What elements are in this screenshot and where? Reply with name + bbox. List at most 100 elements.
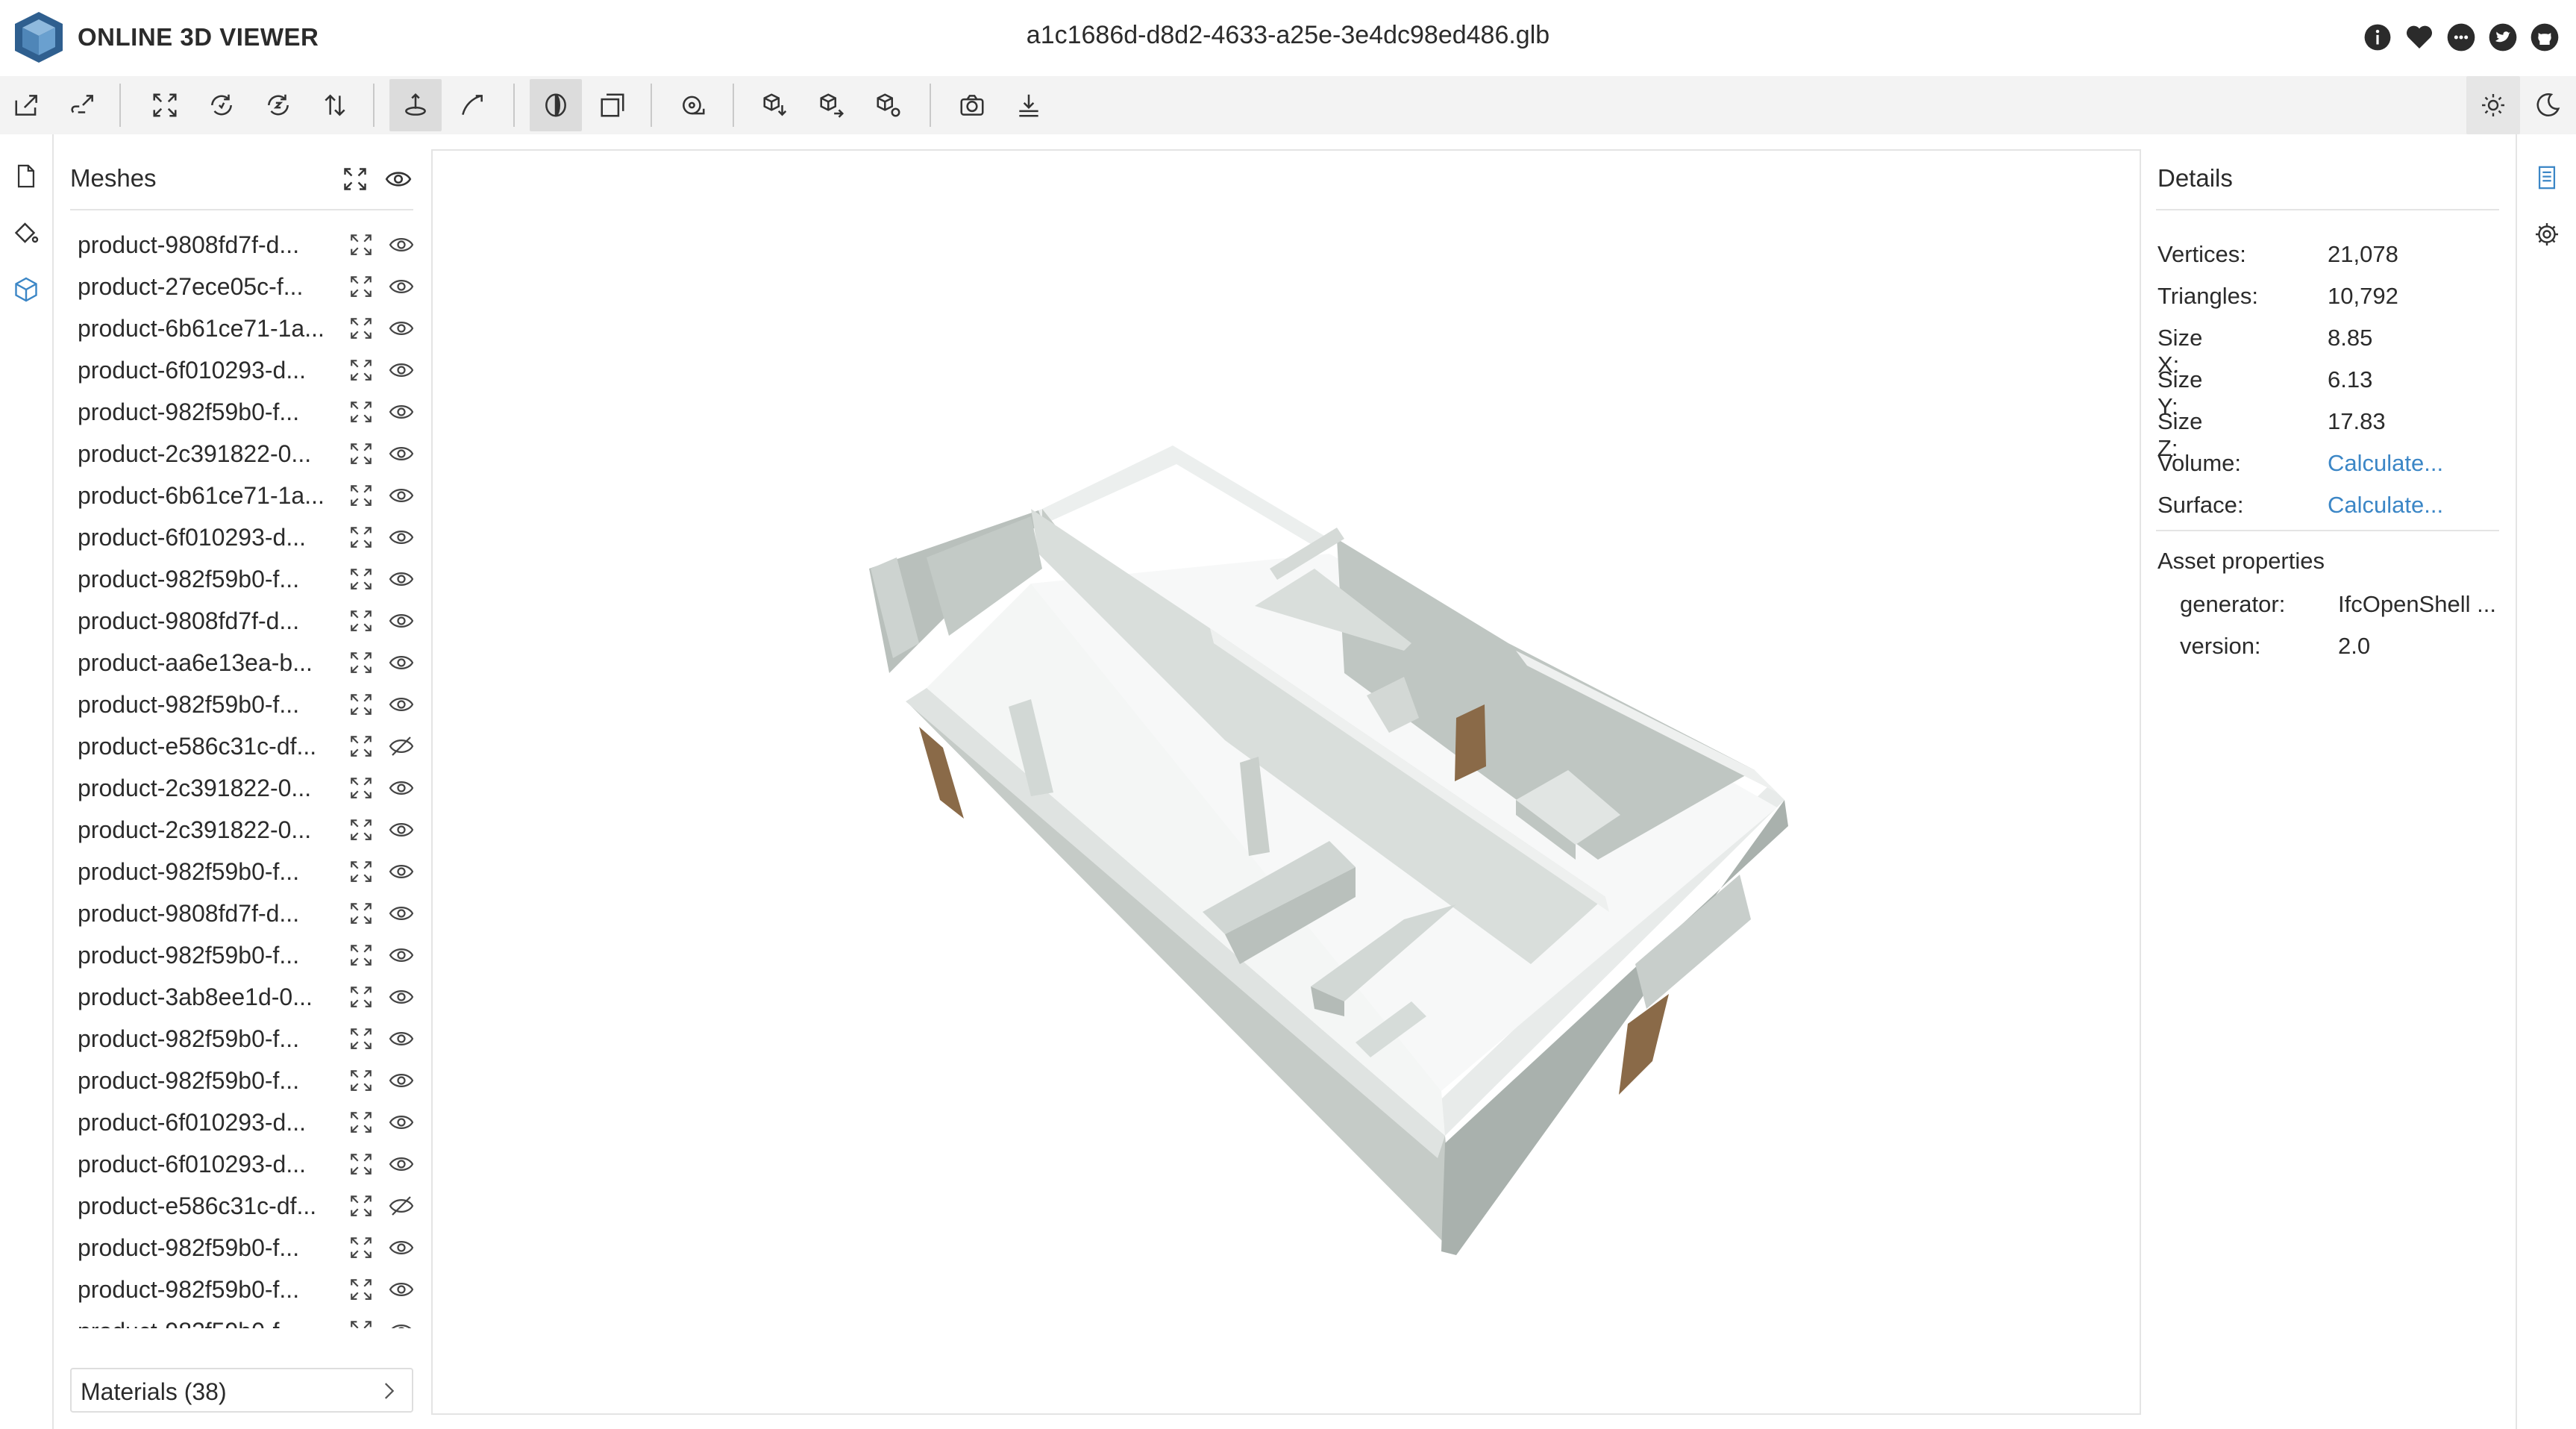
mesh-list-item[interactable]: product-6b61ce71-1a... [70,475,413,516]
eye-icon[interactable] [386,397,413,427]
fit-mesh-icon[interactable] [346,940,376,970]
eye-icon[interactable] [386,522,413,552]
mesh-list-item[interactable]: product-6b61ce71-1a... [70,307,413,349]
materials-button[interactable]: Materials (38) [70,1368,413,1413]
eye-icon[interactable] [386,564,413,594]
mesh-list-item[interactable]: product-982f59b0-f... [70,1227,413,1269]
details-icon[interactable] [2530,161,2563,194]
github-icon[interactable] [2528,21,2561,54]
export-button[interactable] [806,79,858,131]
eye-icon[interactable] [386,1233,413,1263]
fit-mesh-icon[interactable] [346,355,376,385]
mesh-list-item[interactable]: product-3ab8ee1d-0... [70,976,413,1018]
eye-icon[interactable] [386,982,413,1012]
mesh-list-item[interactable]: product-e586c31c-df... [70,1185,413,1227]
mesh-list-item[interactable]: product-982f59b0-f... [70,851,413,892]
3d-viewport[interactable] [431,149,2141,1415]
eye-icon[interactable] [386,230,413,260]
mesh-list-item[interactable]: product-6f010293-d... [70,516,413,558]
orthographic-camera-button[interactable] [586,79,639,131]
dark-theme-button[interactable] [2522,79,2574,131]
fit-to-window-button[interactable] [139,79,191,131]
export-obj-button[interactable] [749,79,801,131]
eye-icon[interactable] [386,857,413,887]
info-icon[interactable] [2361,21,2394,54]
mesh-list-item[interactable]: product-2c391822-0... [70,433,413,475]
fit-mesh-icon[interactable] [346,982,376,1012]
perspective-camera-button[interactable] [530,79,582,131]
fit-mesh-icon[interactable] [346,857,376,887]
calculate-link[interactable]: Calculate... [2328,450,2443,477]
eye-icon[interactable] [386,1107,413,1137]
snapshot-button[interactable] [946,79,998,131]
share-button[interactable] [862,79,915,131]
eye-icon[interactable] [386,1066,413,1095]
calculate-link[interactable]: Calculate... [2328,492,2443,519]
light-theme-button[interactable] [2466,76,2520,134]
fit-mesh-icon[interactable] [346,1024,376,1054]
mesh-list-item[interactable]: product-6f010293-d... [70,349,413,391]
mesh-list-item[interactable]: product-2c391822-0... [70,809,413,851]
eye-icon[interactable] [386,1149,413,1179]
eye-icon[interactable] [386,773,413,803]
eye-off-icon[interactable] [386,1191,413,1221]
fit-mesh-icon[interactable] [346,481,376,510]
mesh-list-item[interactable]: product-982f59b0-f... [70,1060,413,1101]
eye-icon[interactable] [386,815,413,845]
eye-icon[interactable] [386,898,413,928]
fit-mesh-icon[interactable] [346,230,376,260]
eye-icon[interactable] [386,313,413,343]
mesh-list-item[interactable]: product-982f59b0-f... [70,684,413,725]
mesh-list-item[interactable]: product-27ece05c-f... [70,266,413,307]
set-up-vector-y-button[interactable] [195,79,248,131]
fit-mesh-icon[interactable] [346,898,376,928]
fit-mesh-icon[interactable] [346,1149,376,1179]
fit-mesh-icon[interactable] [346,397,376,427]
fit-mesh-icon[interactable] [346,1316,376,1328]
measure-button[interactable] [667,79,719,131]
file-icon[interactable] [10,160,43,193]
fit-mesh-icon[interactable] [346,648,376,678]
fit-mesh-icon[interactable] [346,773,376,803]
eye-icon[interactable] [386,606,413,636]
materials-icon[interactable] [10,216,43,249]
mesh-list-item[interactable]: product-9808fd7f-d... [70,892,413,934]
eye-icon[interactable] [386,648,413,678]
mesh-list-item[interactable]: product-982f59b0-f... [70,1310,413,1328]
mesh-list-item[interactable]: product-982f59b0-f... [70,558,413,600]
eye-off-icon[interactable] [386,731,413,761]
eye-icon[interactable] [386,355,413,385]
meshes-icon[interactable] [10,273,43,306]
fit-mesh-icon[interactable] [346,606,376,636]
eye-icon[interactable] [386,940,413,970]
fit-mesh-icon[interactable] [346,272,376,301]
eye-icon[interactable] [386,1316,413,1328]
mesh-list-item[interactable]: product-6f010293-d... [70,1101,413,1143]
fit-mesh-icon[interactable] [346,1066,376,1095]
mesh-list-item[interactable]: product-2c391822-0... [70,767,413,809]
settings-icon[interactable] [2530,218,2563,251]
fit-mesh-icon[interactable] [346,1191,376,1221]
eye-icon[interactable] [386,690,413,719]
fit-all-icon[interactable] [340,164,370,194]
eye-icon[interactable] [386,1024,413,1054]
open-file-button[interactable] [1,79,53,131]
fit-mesh-icon[interactable] [346,439,376,469]
mesh-list-item[interactable]: product-982f59b0-f... [70,391,413,433]
mesh-list-item[interactable]: product-9808fd7f-d... [70,600,413,642]
fit-mesh-icon[interactable] [346,690,376,719]
fit-mesh-icon[interactable] [346,1233,376,1263]
mesh-list-item[interactable]: product-6f010293-d... [70,1143,413,1185]
mesh-list-item[interactable]: product-982f59b0-f... [70,934,413,976]
open-url-button[interactable] [57,79,109,131]
set-up-vector-z-button[interactable] [252,79,304,131]
eye-icon[interactable] [386,1275,413,1304]
mesh-list-item[interactable]: product-982f59b0-f... [70,1018,413,1060]
heart-icon[interactable] [2403,21,2436,54]
twitter-icon[interactable] [2486,21,2519,54]
fit-mesh-icon[interactable] [346,564,376,594]
embed-button[interactable] [1003,79,1055,131]
free-orbit-button[interactable] [446,79,498,131]
show-all-eye-icon[interactable] [383,164,413,194]
fit-mesh-icon[interactable] [346,522,376,552]
